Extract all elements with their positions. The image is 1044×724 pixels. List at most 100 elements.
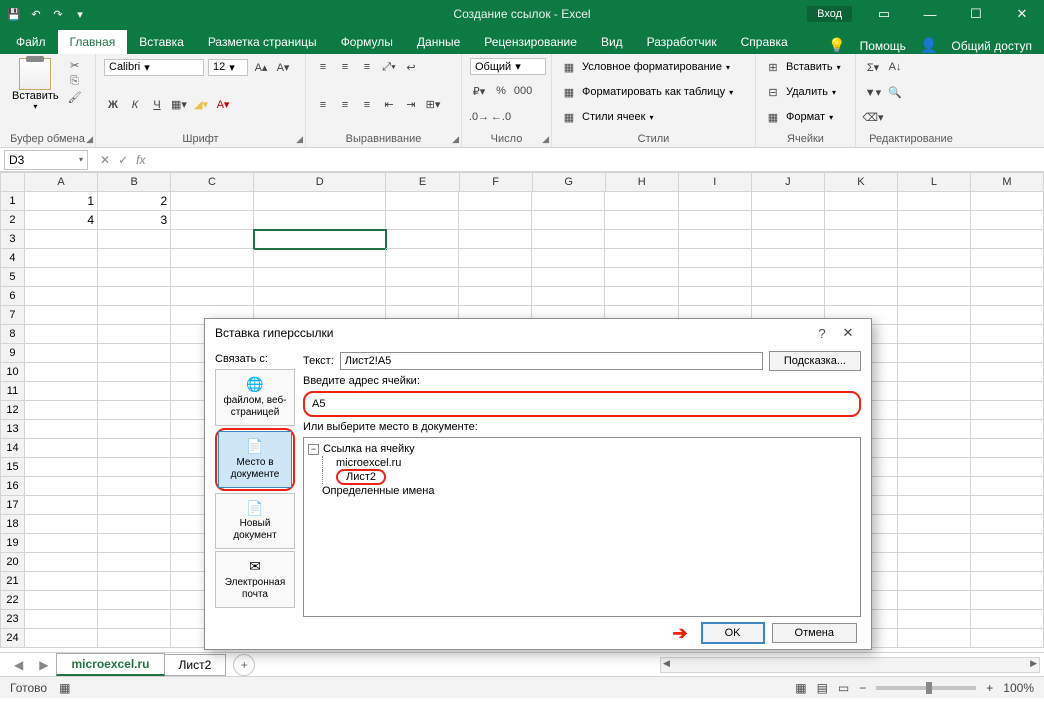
cell[interactable]	[386, 249, 459, 268]
cell[interactable]	[971, 629, 1044, 648]
cell[interactable]	[532, 192, 605, 211]
decrease-decimal-icon[interactable]: ←.0	[492, 108, 510, 126]
cell[interactable]	[254, 211, 386, 230]
sheet-nav-prev-icon[interactable]: ◀	[6, 658, 31, 672]
cell[interactable]	[25, 325, 98, 344]
cell-styles-button[interactable]: Стили ячеек	[582, 111, 645, 123]
cell[interactable]	[532, 211, 605, 230]
row-header[interactable]: 19	[0, 534, 25, 553]
cancel-button[interactable]: Отмена	[772, 623, 857, 643]
col-header[interactable]: A	[25, 172, 98, 192]
fill-icon[interactable]: ▼▾	[864, 83, 882, 101]
select-all-corner[interactable]	[0, 172, 25, 192]
row-header[interactable]: 18	[0, 515, 25, 534]
cell[interactable]	[679, 230, 752, 249]
cell[interactable]	[171, 230, 254, 249]
zoom-in-icon[interactable]: +	[986, 681, 993, 695]
cell[interactable]	[25, 458, 98, 477]
cell[interactable]	[898, 515, 971, 534]
cell[interactable]	[898, 363, 971, 382]
clear-icon[interactable]: ⌫▾	[864, 108, 882, 126]
cell[interactable]	[679, 268, 752, 287]
cell[interactable]	[25, 382, 98, 401]
zoom-level[interactable]: 100%	[1003, 681, 1034, 695]
cell[interactable]	[679, 287, 752, 306]
cell[interactable]	[386, 287, 459, 306]
cell[interactable]	[679, 211, 752, 230]
cell[interactable]	[898, 401, 971, 420]
alignment-launcher-icon[interactable]: ◢	[452, 134, 459, 145]
col-header[interactable]: G	[533, 172, 606, 192]
maximize-icon[interactable]: ☐	[954, 0, 998, 28]
view-pagebreak-icon[interactable]: ▭	[838, 681, 849, 695]
sheet-tab-1[interactable]: microexcel.ru	[56, 653, 164, 676]
row-header[interactable]: 22	[0, 591, 25, 610]
cell[interactable]	[254, 230, 386, 249]
increase-indent-icon[interactable]: ⇥	[402, 96, 420, 114]
tab-home[interactable]: Главная	[58, 30, 128, 54]
underline-button[interactable]: Ч	[148, 96, 166, 114]
cell[interactable]	[98, 439, 171, 458]
cell[interactable]	[898, 325, 971, 344]
cell[interactable]	[98, 591, 171, 610]
borders-icon[interactable]: ▦▾	[170, 96, 188, 114]
cell[interactable]	[459, 211, 532, 230]
tab-help[interactable]: Справка	[729, 30, 800, 54]
cell[interactable]	[825, 192, 898, 211]
cell[interactable]	[898, 306, 971, 325]
comma-icon[interactable]: 000	[514, 82, 532, 100]
cell[interactable]	[898, 192, 971, 211]
row-header[interactable]: 6	[0, 287, 25, 306]
cell[interactable]	[898, 268, 971, 287]
cond-format-button[interactable]: Условное форматирование	[582, 61, 722, 73]
cell[interactable]	[971, 230, 1044, 249]
redo-icon[interactable]: ↷	[50, 6, 66, 22]
cell[interactable]	[898, 230, 971, 249]
display-text-input[interactable]	[340, 352, 763, 370]
bold-button[interactable]: Ж	[104, 96, 122, 114]
align-right-icon[interactable]: ≡	[358, 96, 376, 114]
insert-cells-button[interactable]: Вставить	[786, 61, 833, 73]
tab-formulas[interactable]: Формулы	[329, 30, 405, 54]
format-table-button[interactable]: Форматировать как таблицу	[582, 86, 725, 98]
row-header[interactable]: 8	[0, 325, 25, 344]
cell[interactable]	[25, 287, 98, 306]
cell[interactable]	[971, 192, 1044, 211]
cell[interactable]	[971, 591, 1044, 610]
row-header[interactable]: 23	[0, 610, 25, 629]
increase-decimal-icon[interactable]: .0→	[470, 108, 488, 126]
fx-icon[interactable]: fx	[136, 153, 145, 167]
cell[interactable]: 1	[25, 192, 98, 211]
sheet-nav-next-icon[interactable]: ▶	[31, 658, 56, 672]
cell[interactable]	[971, 572, 1044, 591]
undo-icon[interactable]: ↶	[28, 6, 44, 22]
cell[interactable]	[971, 610, 1044, 629]
cell[interactable]	[171, 249, 254, 268]
cell[interactable]	[25, 553, 98, 572]
cell[interactable]	[98, 572, 171, 591]
cell[interactable]	[171, 211, 254, 230]
cell[interactable]	[98, 515, 171, 534]
cell[interactable]	[971, 553, 1044, 572]
cell[interactable]	[25, 572, 98, 591]
cell[interactable]	[171, 287, 254, 306]
ribbon-options-icon[interactable]: ▭	[862, 0, 906, 28]
find-select-icon[interactable]: 🔍	[886, 83, 904, 101]
cell[interactable]	[971, 363, 1044, 382]
tab-data[interactable]: Данные	[405, 30, 472, 54]
share-label[interactable]: Общий доступ	[951, 39, 1032, 53]
cell[interactable]	[25, 591, 98, 610]
cell[interactable]	[98, 249, 171, 268]
row-header[interactable]: 3	[0, 230, 25, 249]
formula-input[interactable]	[153, 151, 1044, 169]
cell[interactable]	[752, 192, 825, 211]
cell[interactable]	[679, 249, 752, 268]
cell[interactable]	[971, 496, 1044, 515]
cancel-formula-icon[interactable]: ✕	[100, 153, 110, 167]
cell[interactable]	[898, 249, 971, 268]
row-header[interactable]: 1	[0, 192, 25, 211]
cell[interactable]	[898, 496, 971, 515]
tell-me-label[interactable]: Помощь	[860, 39, 906, 53]
cell[interactable]	[605, 249, 678, 268]
cell[interactable]	[971, 534, 1044, 553]
